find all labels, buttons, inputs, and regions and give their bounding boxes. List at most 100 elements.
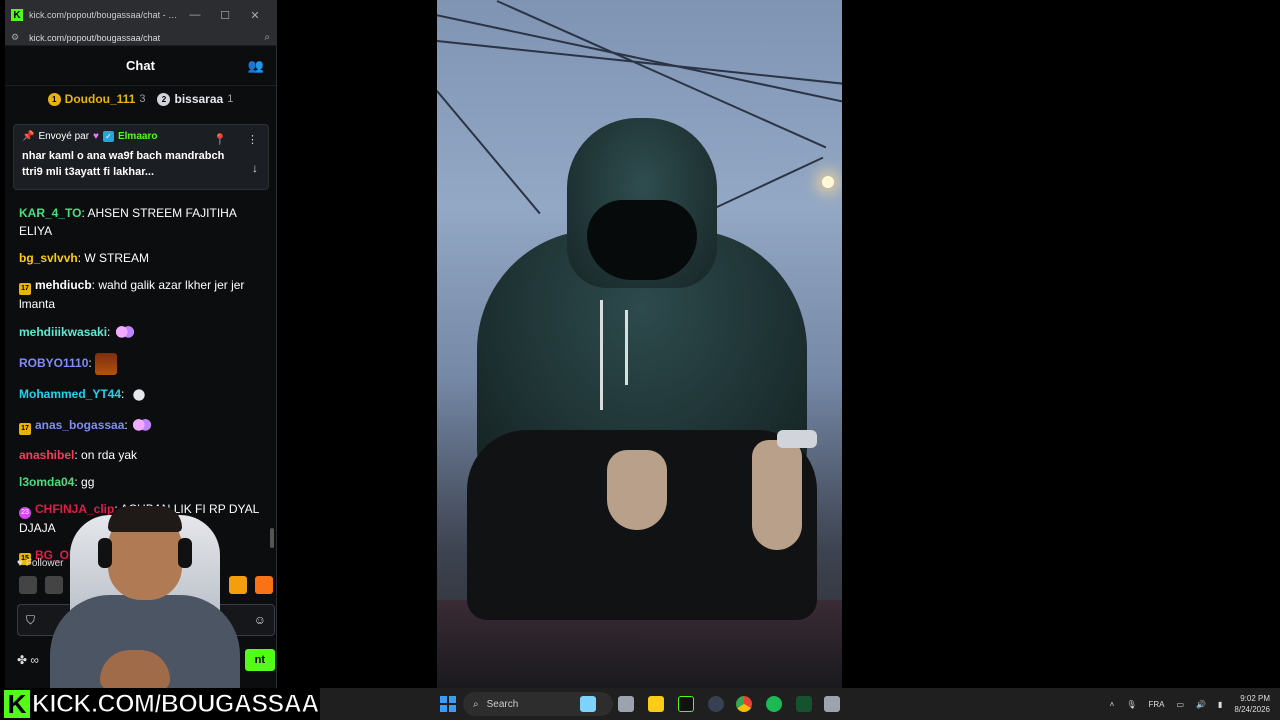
- pinned-text: nhar kaml o ana wa9f bach mandrabch ttri…: [22, 150, 225, 178]
- windows-start-icon[interactable]: [440, 696, 456, 712]
- chevron-up-icon[interactable]: ˄: [1110, 700, 1115, 709]
- clock[interactable]: 9:02 PM 8/24/2026: [1234, 693, 1270, 715]
- network-icon[interactable]: ▭: [1176, 700, 1184, 709]
- street-lamp: [822, 176, 834, 188]
- leaderboard-user: Doudou_111: [64, 92, 136, 106]
- microphone-icon[interactable]: 🎙: [1126, 700, 1136, 709]
- chat-message[interactable]: 17 mehdiucb: wahd galik azar lkher jer je…: [19, 276, 267, 313]
- language-indicator[interactable]: FRA: [1148, 700, 1164, 709]
- chat-message[interactable]: anashibel: on rda yak: [19, 446, 267, 464]
- chat-username[interactable]: mehdiucb: [35, 278, 92, 292]
- points-icon[interactable]: ✤ ∞: [17, 653, 39, 667]
- subscriber-badge-icon: 17: [19, 283, 31, 295]
- overhead-wire: [437, 10, 842, 104]
- widgets-icon[interactable]: [580, 696, 596, 712]
- more-options-icon[interactable]: ⋮: [247, 133, 258, 146]
- chat-text: :: [107, 325, 111, 340]
- window-titlebar[interactable]: K kick.com/popout/bougassaa/chat - Googl…: [5, 0, 276, 30]
- right-hand: [752, 440, 802, 550]
- chat-message[interactable]: ROBYO1110:: [19, 353, 267, 375]
- chat-username[interactable]: l3omda04: [19, 475, 74, 489]
- chat-message[interactable]: 17 anas_bogassaa:: [19, 415, 267, 437]
- overhead-wire: [437, 90, 541, 215]
- emote-slot[interactable]: [255, 576, 273, 594]
- hoodie-string: [600, 300, 603, 410]
- system-tray: ˄ 🎙 FRA ▭ 🔊 ▮ 9:02 PM 8/24/2026: [1110, 688, 1270, 720]
- chat-message[interactable]: KAR_4_TO: AHSEN STREEM FAJITIHA ELIYA: [19, 204, 267, 240]
- chat-message[interactable]: mehdiiikwasaki:: [19, 322, 267, 344]
- zoom-icon[interactable]: ⌕: [264, 32, 270, 43]
- chat-username[interactable]: KAR_4_TO: [19, 206, 81, 220]
- users-icon[interactable]: 👥: [248, 58, 264, 74]
- kick-app-icon[interactable]: [796, 696, 812, 712]
- subscriber-badge-icon: 17: [19, 423, 31, 436]
- file-explorer-icon[interactable]: [648, 696, 664, 712]
- clock-date: 8/24/2026: [1234, 705, 1270, 714]
- chat-title: Chat: [126, 58, 155, 73]
- emote-slot[interactable]: [19, 576, 37, 594]
- close-button[interactable]: ✕: [240, 9, 270, 22]
- task-view-icon[interactable]: [618, 696, 634, 712]
- stream-stage: K kick.com/popout/bougassaa/chat - Googl…: [0, 0, 1280, 720]
- shield-icon[interactable]: ⛉: [26, 613, 35, 628]
- leaderboard-count: 1: [227, 93, 234, 105]
- address-bar[interactable]: ⚙ kick.com/popout/bougassaa/chat ⌕: [5, 30, 276, 46]
- chat-username[interactable]: Mohammed_YT44: [19, 387, 121, 401]
- rank-badge: 1: [47, 92, 61, 106]
- chat-scrollbar[interactable]: [270, 528, 274, 548]
- stream-video[interactable]: [437, 0, 842, 688]
- chat-message[interactable]: Mohammed_YT44:: [19, 384, 267, 406]
- webcam-overlay: [40, 500, 250, 688]
- gift-leaderboard: 1 Doudou_111 3 2 bissaraa 1: [5, 86, 276, 112]
- hoodie-string: [625, 310, 628, 385]
- kick-logo-icon: K: [4, 689, 30, 719]
- chat-username[interactable]: anashibel: [19, 448, 74, 462]
- windows-taskbar: ⌕ Search ˄ 🎙 FRA ▭ 🔊 ▮ 9:02 PM 8/24/2026: [320, 688, 1280, 720]
- chat-username[interactable]: bg_svlvvh: [19, 251, 78, 265]
- channel-branding: K KICK.COM/BOUGASSAA: [0, 688, 320, 720]
- heart-badge-icon: ♥: [93, 131, 99, 142]
- smoke-emote-icon: [127, 384, 150, 406]
- wristwatch: [777, 430, 817, 448]
- chat-message[interactable]: bg_svlvvh: W STREAM: [19, 249, 267, 267]
- unpin-icon[interactable]: 📍: [213, 133, 227, 146]
- chrome-icon[interactable]: [736, 696, 752, 712]
- chat-username[interactable]: anas_bogassaa: [35, 418, 124, 432]
- spotify-icon[interactable]: [766, 696, 782, 712]
- chat-text: : on rda yak: [74, 448, 138, 462]
- kick-favicon-icon: K: [11, 9, 23, 21]
- emoji-icon[interactable]: ☺: [254, 613, 266, 627]
- chat-header: Chat 👥: [5, 46, 276, 86]
- app-icon[interactable]: [678, 696, 694, 712]
- chat-username[interactable]: ROBYO1110: [19, 356, 88, 370]
- chat-text: :: [88, 356, 92, 371]
- volume-icon[interactable]: 🔊: [1196, 700, 1206, 709]
- chat-text: :: [124, 418, 128, 433]
- clock-time: 9:02 PM: [1240, 694, 1270, 703]
- minimize-button[interactable]: —: [180, 9, 210, 21]
- obs-icon[interactable]: [708, 696, 724, 712]
- face-emote-icon: [95, 353, 118, 375]
- left-hand: [607, 450, 667, 530]
- calculator-icon[interactable]: [824, 696, 840, 712]
- chat-text: :: [121, 387, 125, 402]
- maximize-button[interactable]: ☐: [210, 9, 240, 22]
- gifter-badge-icon: 23: [19, 507, 31, 519]
- chat-message[interactable]: l3omda04: gg: [19, 473, 267, 491]
- address-url[interactable]: kick.com/popout/bougassaa/chat: [29, 33, 264, 43]
- expand-arrow-icon[interactable]: ↓: [252, 161, 258, 175]
- pinned-message[interactable]: 📌 Envoyé par ♥ ✓ Elmaaro 📍 ⋮ nhar kaml o…: [13, 124, 269, 190]
- butterfly-emote-icon: [113, 322, 136, 344]
- site-settings-icon[interactable]: ⚙: [11, 32, 19, 43]
- headphone-icon: [98, 538, 112, 568]
- rank-badge: 2: [157, 92, 171, 106]
- battery-icon[interactable]: ▮: [1218, 700, 1222, 709]
- leaderboard-entry[interactable]: 2 bissaraa 1: [157, 92, 233, 106]
- hood-shadow: [587, 200, 697, 280]
- leaderboard-entry[interactable]: 1 Doudou_111 3: [47, 92, 146, 106]
- leaderboard-count: 3: [139, 93, 146, 105]
- chat-username[interactable]: mehdiiikwasaki: [19, 325, 107, 339]
- pinned-sender[interactable]: Elmaaro: [118, 131, 157, 142]
- chat-text: : gg: [74, 475, 95, 489]
- chat-text: : W STREAM: [77, 251, 150, 265]
